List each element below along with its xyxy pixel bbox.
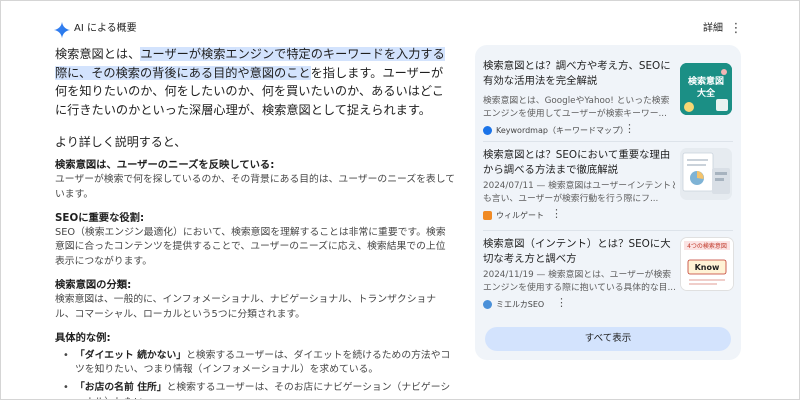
intro-paragraph: 検索意図とは、ユーザーが検索エンジンで特定のキーワードを入力する際に、その検索の… [55, 45, 455, 119]
card-divider [483, 230, 733, 231]
section-body: SEO（検索エンジン最適化）において、検索意図を理解することは非常に重要です。検… [55, 226, 446, 268]
thumbnail-text: 4つの検索意図 [687, 242, 727, 250]
card-divider [483, 141, 733, 142]
overview-content: 検索意図とは、ユーザーが検索エンジンで特定のキーワードを入力する際に、その検索の… [55, 45, 456, 399]
more-detail-text: より詳しく説明すると、 [55, 135, 187, 149]
source-more-icon[interactable]: ⋮ [556, 297, 567, 308]
source-card[interactable]: 検索意図とは？調べ方や考え方、SEOに有効な活用法を完全解説 検索意図とは、Go… [483, 59, 733, 135]
source-card-title[interactable]: 検索意図（インテント）とは？SEOに大切な考え方と調べ方 [483, 237, 673, 267]
examples-list: 「ダイエット 続かない」と検索するユーザーは、ダイエットを続けるための方法やコツ… [55, 349, 455, 399]
source-thumbnail[interactable]: 検索意図 大全 [680, 63, 732, 115]
thumbnail-illustration [680, 148, 732, 200]
source-thumbnail[interactable] [680, 148, 732, 200]
source-card-snippet: エンジンを使用する際に抱いている具体的な目... [483, 283, 675, 293]
detail-link[interactable]: 詳細 [703, 22, 723, 36]
source-site-name: ミエルカSEO [496, 300, 545, 309]
show-all-button[interactable]: すべて表示 [485, 327, 731, 351]
ai-overview-panel: AI による概要 詳細 ⋮ 検索意図とは、ユーザーが検索エンジンで特定のキーワー… [0, 0, 800, 400]
example-keyword: 「ダイエット 続かない」 [75, 349, 187, 361]
more-vert-icon[interactable]: ⋮ [729, 21, 743, 37]
source-card-snippet: 2024/07/11 — 検索意図はユーザーインテントと [483, 181, 675, 191]
thumbnail-text: 検索意図 [688, 75, 724, 87]
source-site-name: Keywordmap（キーワードマップ） [496, 126, 628, 135]
source-card-site[interactable]: ウィルゲート [483, 210, 544, 221]
thumbnail-illustration: 検索意図 大全 [680, 63, 732, 115]
thumbnail-illustration: 4つの検索意図 Know [681, 238, 733, 290]
example-item: 「お店の名前 住所」と検索するユーザーは、そのお店にナビゲーション（ナビゲーショ… [55, 381, 455, 399]
source-card-site[interactable]: Keywordmap（キーワードマップ） [483, 125, 628, 136]
source-card-snippet: 2024/11/19 — 検索意図とは、ユーザーが検索 [483, 270, 672, 280]
source-card-snippet: エンジンを使用してユーザーが検索キーワー... [483, 109, 667, 119]
keywordmap-favicon-icon [483, 126, 492, 135]
examples-heading: 具体的な例: [55, 331, 111, 344]
source-card[interactable]: 検索意図とは？SEOにおいて重要な理由から調べる方法まで徹底解説 2024/07… [483, 148, 733, 224]
thumbnail-text: Know [695, 263, 720, 272]
source-card[interactable]: 検索意図（インテント）とは？SEOに大切な考え方と調べ方 2024/11/19 … [483, 237, 734, 313]
ai-overview-title: AI による概要 [74, 23, 137, 34]
source-card-snippet: 検索意図とは、GoogleやYahoo! といった検索 [483, 96, 670, 106]
section-heading: SEOに重要な役割: [55, 211, 145, 224]
example-keyword: 「お店の名前 住所」 [75, 382, 167, 394]
willgate-favicon-icon [483, 211, 492, 220]
section-heading: 検索意図は、ユーザーのニーズを反映している: [55, 159, 275, 171]
example-item: 「ダイエット 続かない」と検索するユーザーは、ダイエットを続けるための方法やコツ… [55, 349, 455, 379]
gemini-sparkle-icon [53, 21, 71, 39]
section-body: 検索意図は、一般的に、インフォメーショナル、ナビゲーショナル、トランザクショナル… [55, 293, 437, 320]
source-card-snippet: も言い、ユーザーが検索行動を行う際にフ... [483, 194, 659, 204]
source-more-icon[interactable]: ⋮ [551, 208, 562, 219]
source-card-site[interactable]: ミエルカSEO [483, 299, 544, 310]
mieruca-favicon-icon [483, 300, 492, 309]
source-thumbnail[interactable]: 4つの検索意図 Know [680, 237, 734, 291]
source-site-name: ウィルゲート [496, 211, 544, 220]
section-heading: 検索意図の分類: [55, 278, 132, 291]
sources-panel: 検索意図とは？調べ方や考え方、SEOに有効な活用法を完全解説 検索意図とは、Go… [475, 45, 741, 360]
source-more-icon[interactable]: ⋮ [624, 123, 635, 134]
intro-text-start: 検索意図とは、 [55, 47, 141, 61]
source-card-title[interactable]: 検索意図とは？調べ方や考え方、SEOに有効な活用法を完全解説 [483, 59, 673, 89]
source-card-title[interactable]: 検索意図とは？SEOにおいて重要な理由から調べる方法まで徹底解説 [483, 148, 673, 178]
section-body: ユーザーが検索で何を探しているのか、その背景にある目的は、ユーザーのニーズを表し… [55, 174, 456, 200]
thumbnail-text: 大全 [697, 87, 716, 99]
